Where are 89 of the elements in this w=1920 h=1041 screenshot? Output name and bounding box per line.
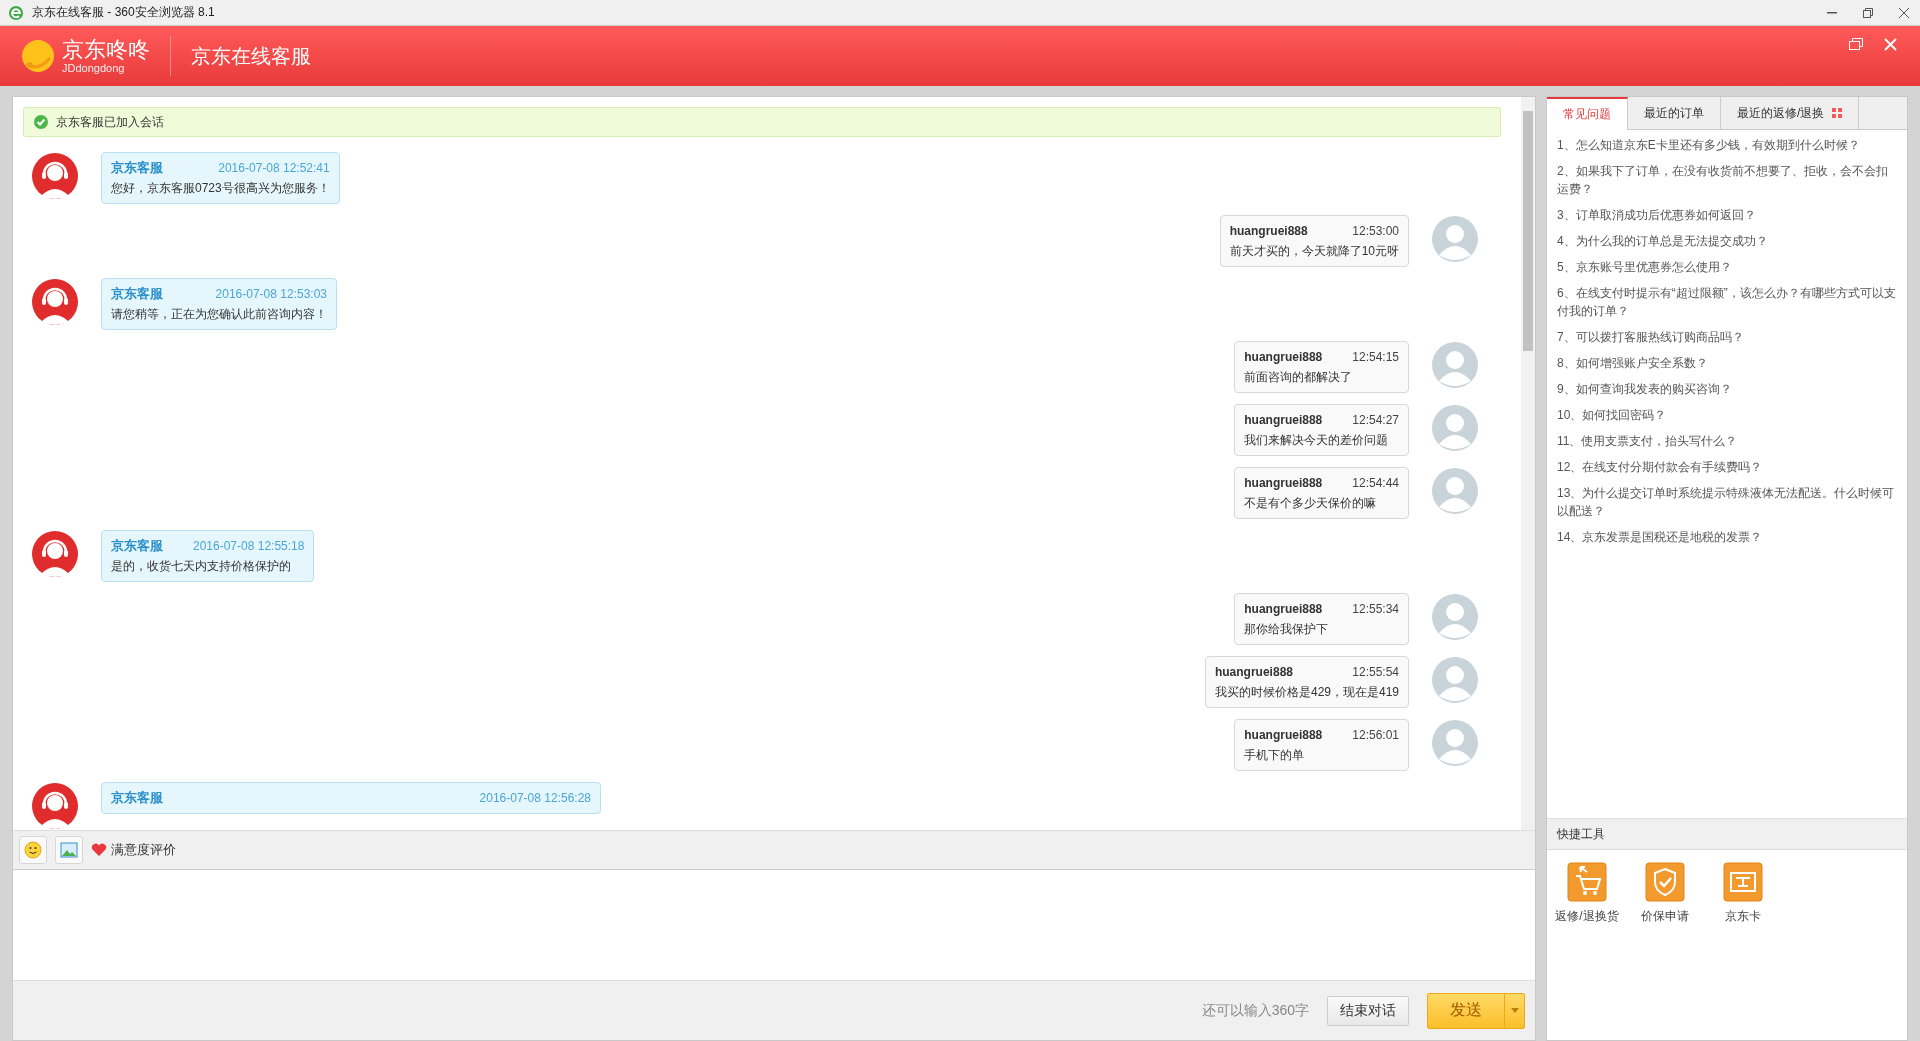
message-text: 前天才买的，今天就降了10元呀: [1229, 243, 1399, 260]
sender-name: 京东客服: [111, 789, 163, 807]
faq-link[interactable]: 1、怎么知道京东E卡里还有多少钱，有效期到什么时候？: [1557, 136, 1897, 154]
faq-link[interactable]: 14、京东发票是国税还是地税的发票？: [1557, 528, 1897, 546]
tab[interactable]: 常见问题: [1547, 97, 1628, 130]
user-avatar: [1431, 467, 1479, 515]
user-avatar: [1431, 341, 1479, 389]
message-text: 我买的时候价格是429，现在是419: [1214, 684, 1399, 701]
user-avatar: [1431, 656, 1479, 704]
faq-link[interactable]: 10、如何找回密码？: [1557, 406, 1897, 424]
smiley-icon: [24, 841, 42, 859]
emoji-button[interactable]: [19, 836, 47, 864]
close-icon: [1883, 37, 1897, 51]
message-time: 2016-07-08 12:53:03: [215, 286, 327, 303]
caret-icon: [1510, 1008, 1519, 1013]
agent-avatar: [31, 278, 79, 326]
logo-icon: [20, 38, 56, 74]
sender-name: huangruei888: [1229, 223, 1308, 240]
message-time: 2016-07-08 12:56:28: [479, 790, 591, 807]
faq-link[interactable]: 9、如何查询我发表的购买咨询？: [1557, 380, 1897, 398]
quick-tool-button[interactable]: 返修/退换货: [1555, 862, 1619, 925]
faq-link[interactable]: 8、如何增强账户安全系数？: [1557, 354, 1897, 372]
grid-icon: [1832, 108, 1843, 118]
message-text: 手机下的单: [1244, 747, 1306, 764]
sender-name: 京东客服: [111, 159, 163, 177]
notice-text: 京东客服已加入会话: [56, 113, 164, 131]
message-text: 那你给我保护下: [1244, 621, 1330, 638]
message-text: 不是有个多少天保价的嘛: [1244, 495, 1378, 512]
faq-link[interactable]: 2、如果我下了订单，在没有收货前不想要了、拒收，会不会扣运费？: [1557, 162, 1897, 198]
message-time: 12:55:54: [1352, 664, 1399, 681]
faq-link[interactable]: 11、使用支票支付，抬头写什么？: [1557, 432, 1897, 450]
user-avatar: [1431, 719, 1479, 767]
image-button[interactable]: [55, 836, 83, 864]
restore-icon: [1863, 7, 1873, 18]
faq-link[interactable]: 7、可以拨打客服热线订购商品吗？: [1557, 328, 1897, 346]
sender-name: huangruei888: [1244, 349, 1323, 366]
message-time: 2016-07-08 12:55:18: [193, 538, 305, 555]
app-title: 京东在线客服: [191, 43, 312, 69]
message-text: 我们来解决今天的差价问题: [1244, 432, 1390, 449]
char-counter: 还可以输入360字: [1201, 1001, 1309, 1020]
sender-name: huangruei888: [1244, 475, 1323, 492]
image-icon: [60, 842, 78, 858]
rating-button[interactable]: 满意度评价: [91, 841, 176, 859]
sender-name: huangruei888: [1244, 601, 1323, 618]
check-icon: [34, 115, 48, 129]
message-time: 12:54:15: [1352, 349, 1399, 366]
close-icon: [1899, 7, 1909, 18]
window-title: 京东在线客服 - 360安全浏览器 8.1: [32, 4, 216, 21]
logo-name: 京东咚咚: [62, 38, 150, 62]
sender-name: huangruei888: [1244, 727, 1323, 744]
agent-avatar: [31, 782, 79, 830]
sender-name: huangruei888: [1244, 412, 1323, 429]
quick-tool-button[interactable]: 价保申请: [1633, 862, 1697, 925]
agent-avatar: [31, 530, 79, 578]
faq-link[interactable]: 13、为什么提交订单时系统提示特殊液体无法配送。什么时候可以配送？: [1557, 484, 1897, 520]
sender-name: 京东客服: [111, 537, 163, 555]
message-text: 请您稍等，正在为您确认此前咨询内容！: [111, 306, 327, 323]
shield-check-icon: [1645, 862, 1685, 902]
card-icon: [1723, 862, 1763, 902]
end-chat-button[interactable]: 结束对话: [1327, 995, 1409, 1026]
message-text: 是的，收货七天内支持价格保护的: [111, 558, 292, 575]
user-avatar: [1431, 215, 1479, 263]
heart-icon: [91, 843, 107, 857]
message-text: 您好，京东客服0723号很高兴为您服务！: [111, 180, 330, 197]
faq-link[interactable]: 3、订单取消成功后优惠券如何返回？: [1557, 206, 1897, 224]
quick-tool-button[interactable]: 京东卡: [1711, 862, 1775, 925]
faq-link[interactable]: 4、为什么我的订单总是无法提交成功？: [1557, 232, 1897, 250]
message-time: 12:54:44: [1352, 475, 1399, 492]
scrollbar[interactable]: [1521, 97, 1535, 830]
faq-link[interactable]: 5、京东账号里优惠券怎么使用？: [1557, 258, 1897, 276]
agent-avatar: [31, 152, 79, 200]
sender-name: 京东客服: [111, 285, 163, 303]
faq-link[interactable]: 12、在线支付分期付款会有手续费吗？: [1557, 458, 1897, 476]
browser-logo-icon: [8, 4, 24, 21]
sender-name: huangruei888: [1214, 664, 1293, 681]
restore-icon: [1849, 38, 1863, 50]
user-avatar: [1431, 404, 1479, 452]
logo-subtitle: JDdongdong: [62, 62, 126, 74]
user-avatar: [1431, 593, 1479, 641]
minimize-icon: [1827, 11, 1837, 14]
message-text: 前面咨询的都解决了: [1244, 369, 1354, 386]
message-time: 12:55:34: [1352, 601, 1399, 618]
message-time: 12:53:00: [1352, 223, 1399, 240]
faq-link[interactable]: 6、在线支付时提示有“超过限额”，该怎么办？有哪些方式可以支付我的订单？: [1557, 284, 1897, 320]
message-time: 12:56:01: [1352, 727, 1399, 744]
quick-tools-title: 快捷工具: [1547, 818, 1907, 850]
message-time: 12:54:27: [1352, 412, 1399, 429]
message-time: 2016-07-08 12:52:41: [218, 160, 330, 177]
cart-icon: [1567, 862, 1607, 902]
